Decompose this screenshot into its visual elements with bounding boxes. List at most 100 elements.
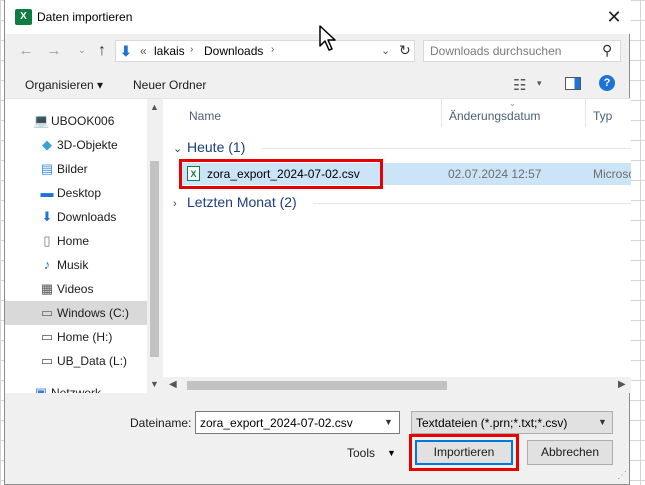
chevron-right-icon[interactable]: › (190, 44, 193, 55)
recent-locations-icon[interactable]: ⌄ (71, 40, 93, 62)
column-header-name[interactable]: Name (189, 109, 221, 123)
file-type-select[interactable]: Textdateien (*.prn;*.txt;*.csv) ▼ (411, 411, 613, 434)
chevron-right-icon[interactable]: › (271, 44, 274, 55)
window-title: Daten importieren (37, 10, 133, 24)
resize-grip-icon[interactable]: ⋰ (617, 470, 627, 481)
group-divider (313, 203, 631, 204)
file-type: Microso (593, 167, 631, 181)
sidebar-item-label: Home (57, 234, 90, 248)
group-divider (261, 148, 631, 149)
sidebar-item-3d-objekte[interactable]: ◆ 3D-Objekte (5, 133, 147, 157)
sidebar-item-label: UBOOK006 (51, 114, 115, 128)
column-divider[interactable] (585, 99, 586, 127)
sidebar-item-bilder[interactable]: ▤ Bilder (5, 157, 147, 181)
sidebar-item-label: Musik (57, 258, 89, 272)
sidebar-item-label: 3D-Objekte (57, 138, 118, 152)
new-folder-button[interactable]: Neuer Ordner (133, 78, 206, 92)
help-icon[interactable]: ? (599, 75, 615, 91)
forward-button[interactable]: → (43, 40, 65, 62)
chevron-down-icon[interactable]: ▼ (384, 417, 393, 427)
highlight-box (179, 159, 383, 189)
highlight-box (409, 434, 519, 471)
sidebar-item-label: Videos (57, 282, 94, 296)
mouse-cursor-icon (319, 25, 336, 51)
sidebar-item-videos[interactable]: ▦ Videos (5, 277, 147, 301)
import-dialog: X Daten importieren ✕ ← → ⌄ ↑ ⬇ « lakais… (4, 0, 631, 485)
up-button[interactable]: ↑ (91, 40, 113, 62)
scroll-right-icon[interactable]: ▶ (618, 379, 626, 390)
search-input[interactable]: Downloads durchsuchen ⚲ (423, 40, 621, 62)
back-button[interactable]: ← (15, 40, 37, 62)
sidebar-item-home[interactable]: ▯ Home (5, 229, 147, 253)
sidebar-item-musik[interactable]: ♪ Musik (5, 253, 147, 277)
sidebar-item-ubook006[interactable]: 💻 UBOOK006 (5, 109, 147, 133)
chevron-down-icon: ⌄ (173, 143, 183, 155)
refresh-icon[interactable]: ↻ (399, 42, 411, 59)
sidebar-item-label: Bilder (57, 162, 88, 176)
sidebar-item-windows-c[interactable]: ▭ Windows (C:) (5, 301, 147, 325)
organize-button[interactable]: Organisieren ▾ (25, 78, 103, 92)
sidebar-item-label: Home (H:) (57, 330, 113, 344)
nav-scrollbar[interactable]: ▲ ▼ (147, 99, 162, 393)
file-list: Name ⌄ Änderungsdatum Typ ⌄ Heute (1) X z… (163, 98, 631, 393)
breadcrumb-overflow[interactable]: « (140, 44, 147, 58)
scroll-up-icon[interactable]: ▲ (150, 102, 159, 112)
cube-icon: ◆ (42, 137, 52, 152)
file-date: 02.07.2024 12:57 (448, 167, 542, 181)
sidebar-item-ub-data-l[interactable]: ▭ UB_Data (L:) (5, 349, 147, 373)
chevron-down-icon[interactable]: ▼ (598, 417, 607, 427)
scroll-thumb[interactable] (187, 381, 447, 390)
music-icon: ♪ (43, 257, 51, 272)
group-header-today[interactable]: ⌄ Heute (1) (173, 139, 245, 155)
group-header-last-month[interactable]: › Letzten Monat (2) (173, 194, 297, 210)
network-icon: ▣ (34, 385, 48, 394)
filename-label: Dateiname: (130, 416, 192, 430)
close-button[interactable]: ✕ (601, 4, 627, 30)
sidebar-item-label: Desktop (57, 186, 102, 200)
desktop-icon: ▬ (40, 185, 54, 200)
scroll-left-icon[interactable]: ◀ (169, 379, 177, 390)
navigation-pane: 💻 UBOOK006 ◆ 3D-Objekte ▤ Bilder ▬ Desktop ⬇ Down… (5, 98, 162, 393)
column-header-date[interactable]: Änderungsdatum (449, 109, 540, 123)
sidebar-item-label: UB_Data (L:) (57, 354, 128, 368)
drive-icon: ▭ (40, 305, 54, 320)
chevron-down-icon[interactable]: ▾ (537, 78, 542, 89)
command-bar: Organisieren ▾ Neuer Ordner ☷ ▾ ? (5, 72, 631, 98)
chevron-down-icon[interactable]: ⌄ (381, 44, 390, 57)
filename-input[interactable]: zora_export_2024-07-02.csv ▼ (195, 411, 400, 434)
download-folder-icon: ⬇ (120, 43, 132, 59)
sidebar-item-label: Netzwerk (51, 386, 102, 393)
group-label: Letzten Monat (2) (187, 194, 297, 210)
sidebar-item-desktop[interactable]: ▬ Desktop (5, 181, 147, 205)
excel-icon: X (15, 9, 32, 25)
search-placeholder: Downloads durchsuchen (430, 44, 562, 58)
sort-indicator-icon: ⌄ (509, 99, 516, 108)
preview-pane-icon[interactable] (565, 77, 581, 90)
address-bar[interactable]: ⬇ « lakais › Downloads › ⌄ ↻ (115, 40, 415, 62)
sidebar-item-home-h[interactable]: ▭ Home (H:) (5, 325, 147, 349)
chevron-down-icon[interactable]: ▼ (387, 448, 396, 458)
cancel-button[interactable]: Abbrechen (527, 440, 613, 465)
search-icon[interactable]: ⚲ (602, 42, 612, 59)
sidebar-item-netzwerk[interactable]: ▣ Netzwerk (5, 381, 147, 394)
breadcrumb-lakais[interactable]: lakais (154, 44, 185, 58)
network-drive-icon: ▭ (40, 329, 54, 344)
horizontal-scrollbar[interactable]: ◀ ▶ (163, 377, 631, 393)
tools-button[interactable]: Tools (347, 446, 375, 460)
chevron-right-icon: › (173, 198, 177, 210)
group-label: Heute (1) (187, 139, 246, 155)
breadcrumb-downloads[interactable]: Downloads (204, 44, 263, 58)
document-icon: ▯ (43, 233, 51, 248)
scroll-thumb[interactable] (150, 161, 159, 357)
sidebar-item-downloads[interactable]: ⬇ Downloads (5, 205, 147, 229)
file-type-value: Textdateien (*.prn;*.txt;*.csv) (416, 416, 568, 430)
column-header-type[interactable]: Typ (593, 109, 612, 123)
pictures-icon: ▤ (40, 161, 54, 176)
computer-icon: 💻 (33, 113, 50, 128)
video-icon: ▦ (40, 281, 54, 296)
column-divider[interactable] (441, 99, 442, 127)
view-options-icon[interactable]: ☷ (513, 76, 526, 94)
scroll-down-icon[interactable]: ▼ (150, 379, 159, 389)
filename-value[interactable]: zora_export_2024-07-02.csv (200, 416, 353, 430)
sidebar-item-label: Windows (C:) (57, 306, 130, 320)
